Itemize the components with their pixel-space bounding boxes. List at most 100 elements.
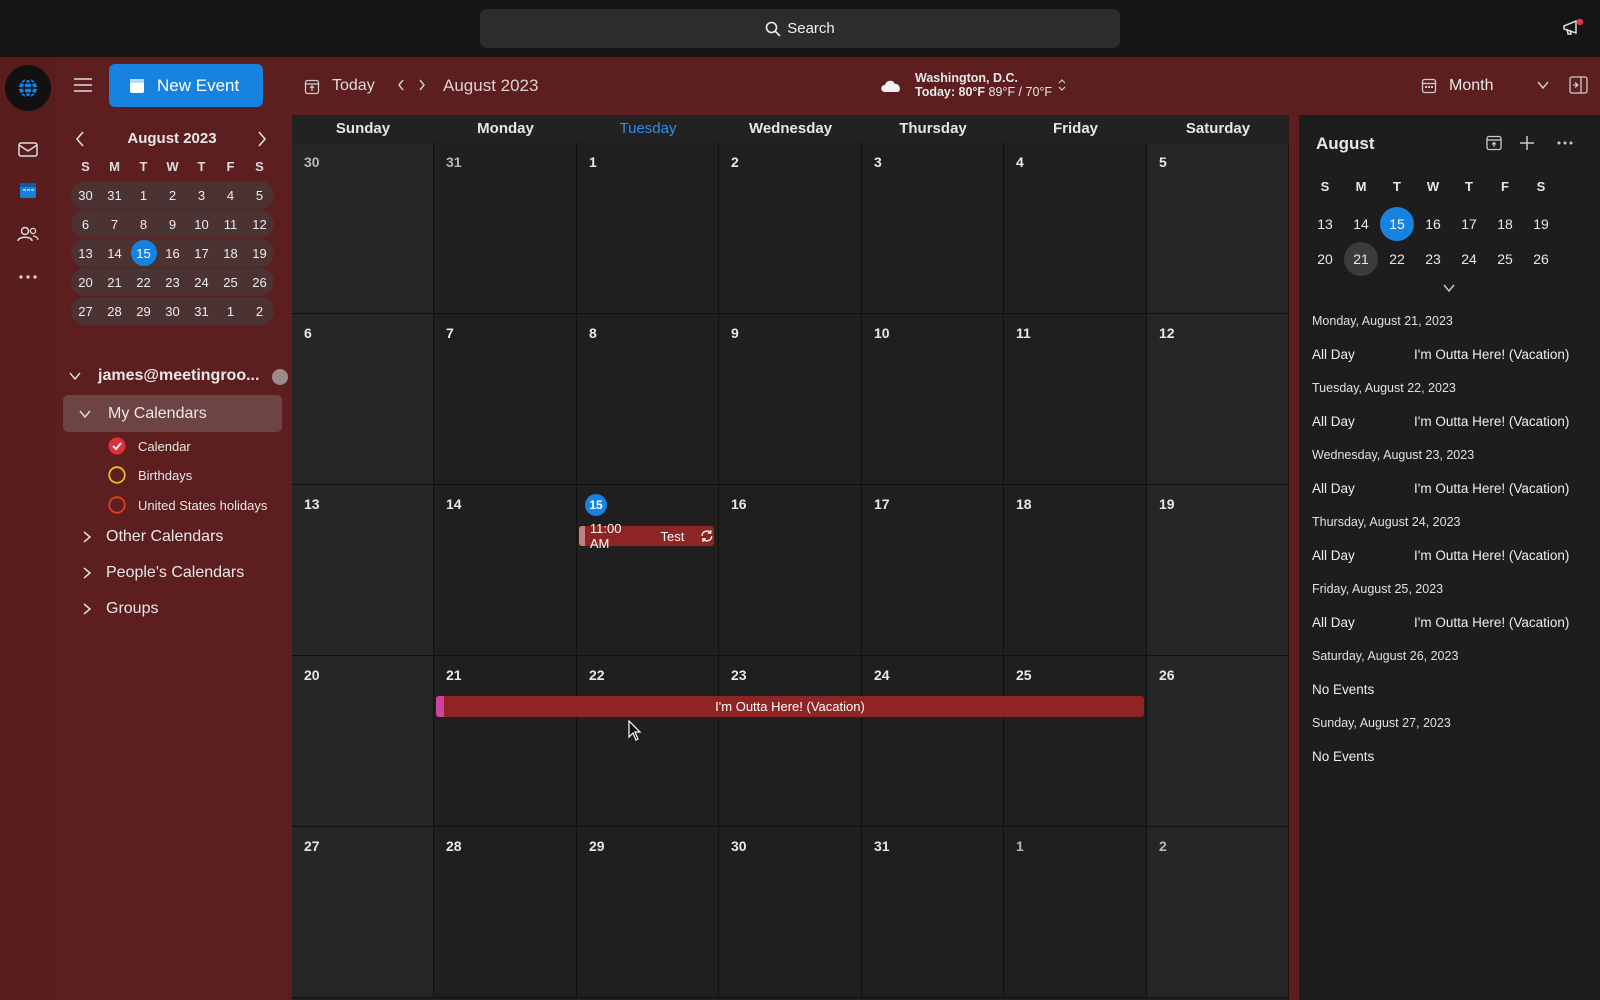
day-cell[interactable]: 3	[862, 143, 1004, 314]
mini-calendar-day[interactable]: 4	[216, 181, 245, 209]
mini-calendar-day[interactable]: 16	[158, 239, 187, 267]
mini-calendar-day[interactable]: 11	[216, 210, 245, 238]
mini-calendar-day[interactable]: 2	[245, 297, 274, 325]
day-cell[interactable]: 1	[1004, 827, 1147, 998]
day-cell[interactable]: 7	[434, 314, 577, 485]
calendar-item-birthdays[interactable]: Birthdays	[108, 464, 192, 486]
mini-calendar-day[interactable]: 14	[100, 239, 129, 267]
agenda-day[interactable]: 17	[1451, 207, 1487, 241]
event-test[interactable]: 11:00 AM Test	[579, 521, 714, 551]
day-cell[interactable]: 30	[719, 827, 862, 998]
calendar-item-us-holidays[interactable]: United States holidays	[108, 494, 267, 516]
mini-calendar-day[interactable]: 31	[100, 181, 129, 209]
day-cell[interactable]: 22	[577, 656, 719, 827]
view-switcher[interactable]: Month	[1421, 75, 1493, 97]
day-cell[interactable]: 4	[1004, 143, 1147, 314]
day-cell[interactable]: 2	[1147, 827, 1289, 998]
mini-calendar-day[interactable]: 12	[245, 210, 274, 238]
mini-calendar-day[interactable]: 29	[129, 297, 158, 325]
more-options-icon[interactable]	[1556, 134, 1574, 152]
day-cell[interactable]: 8	[577, 314, 719, 485]
day-cell[interactable]: 14	[434, 485, 577, 656]
chevron-right-icon[interactable]	[416, 77, 428, 93]
account-header[interactable]: james@meetingroo...	[68, 365, 290, 389]
day-cell[interactable]: 29	[577, 827, 719, 998]
mini-calendar-day[interactable]: 31	[187, 297, 216, 325]
mini-calendar-day[interactable]: 22	[129, 268, 158, 296]
day-cell[interactable]: 6	[292, 314, 434, 485]
agenda-day[interactable]: 23	[1415, 242, 1451, 276]
account-avatar[interactable]	[5, 65, 51, 111]
chevron-right-icon[interactable]	[254, 129, 270, 149]
day-cell[interactable]: 20	[292, 656, 434, 827]
mini-calendar-day[interactable]: 17	[187, 239, 216, 267]
calendar-icon[interactable]	[16, 178, 40, 202]
group-other-calendars[interactable]: Other Calendars	[80, 525, 223, 549]
side-panel-toggle-icon[interactable]	[1569, 76, 1588, 94]
mini-calendar-day[interactable]: 30	[71, 181, 100, 209]
agenda-day[interactable]: 26	[1523, 242, 1559, 276]
mini-calendar-day[interactable]: 1	[216, 297, 245, 325]
my-calendars-group[interactable]: My Calendars	[63, 395, 282, 432]
mini-calendar-day[interactable]: 25	[216, 268, 245, 296]
agenda-day[interactable]: 16	[1415, 207, 1451, 241]
mini-calendar-day[interactable]: 2	[158, 181, 187, 209]
agenda-day[interactable]: 24	[1451, 242, 1487, 276]
mini-calendar-day[interactable]: 10	[187, 210, 216, 238]
agenda-day[interactable]: 20	[1307, 242, 1343, 276]
mini-calendar-day[interactable]: 3	[187, 181, 216, 209]
weather-widget[interactable]: Washington, D.C. Today: 80°F 89°F / 70°F	[879, 68, 1066, 102]
unchecked-circle-icon[interactable]	[108, 496, 126, 514]
mini-calendar-day[interactable]: 19	[245, 239, 274, 267]
day-cell[interactable]: 31	[434, 143, 577, 314]
vacation-event[interactable]: I'm Outta Here! (Vacation)	[436, 696, 1144, 717]
day-cell[interactable]: 12	[1147, 314, 1289, 485]
day-cell[interactable]: 27	[292, 827, 434, 998]
mini-calendar-day[interactable]: 28	[100, 297, 129, 325]
day-cell[interactable]: 16	[719, 485, 862, 656]
mini-calendar-day[interactable]: 8	[129, 210, 158, 238]
mail-icon[interactable]	[16, 137, 40, 161]
plus-icon[interactable]	[1518, 134, 1536, 152]
day-cell[interactable]: 25	[1004, 656, 1147, 827]
mini-calendar-day[interactable]: 1	[129, 181, 158, 209]
chevron-down-icon[interactable]	[1443, 283, 1455, 293]
agenda-day-today[interactable]: 15	[1380, 207, 1414, 241]
unchecked-circle-icon[interactable]	[108, 466, 126, 484]
chevron-left-icon[interactable]	[395, 77, 407, 93]
checked-circle-icon[interactable]	[108, 437, 126, 455]
day-cell[interactable]: 13	[292, 485, 434, 656]
day-cell[interactable]: 28	[434, 827, 577, 998]
mini-calendar-day[interactable]: 5	[245, 181, 274, 209]
mini-calendar-day[interactable]: 13	[71, 239, 100, 267]
mini-calendar-day[interactable]: 6	[71, 210, 100, 238]
people-icon[interactable]	[16, 222, 40, 246]
mini-calendar-day[interactable]: 27	[71, 297, 100, 325]
mini-calendar-day[interactable]: 23	[158, 268, 187, 296]
day-cell[interactable]: 2	[719, 143, 862, 314]
day-cell[interactable]: 26	[1147, 656, 1289, 827]
day-cell[interactable]: 9	[719, 314, 862, 485]
mini-calendar-day[interactable]: 20	[71, 268, 100, 296]
day-cell[interactable]: 30	[292, 143, 434, 314]
mini-calendar-day[interactable]: 30	[158, 297, 187, 325]
mini-calendar-day[interactable]: 24	[187, 268, 216, 296]
group-groups[interactable]: Groups	[80, 597, 158, 621]
day-cell[interactable]: 17	[862, 485, 1004, 656]
today-button[interactable]: Today	[304, 75, 375, 97]
calendar-item-calendar[interactable]: Calendar	[108, 435, 191, 457]
agenda-day[interactable]: 13	[1307, 207, 1343, 241]
mini-calendar-day[interactable]: 18	[216, 239, 245, 267]
day-cell[interactable]: 21	[434, 656, 577, 827]
agenda-day[interactable]: 14	[1343, 207, 1379, 241]
agenda-day[interactable]: 18	[1487, 207, 1523, 241]
menu-icon[interactable]	[72, 75, 94, 95]
agenda-day-selected[interactable]: 21	[1344, 242, 1378, 276]
day-cell[interactable]: 1	[577, 143, 719, 314]
day-cell[interactable]: 10	[862, 314, 1004, 485]
new-event-button[interactable]: New Event	[109, 64, 263, 107]
megaphone-icon[interactable]	[1562, 18, 1584, 38]
chevron-down-icon[interactable]	[1536, 79, 1550, 91]
mini-calendar-day[interactable]: 26	[245, 268, 274, 296]
day-cell[interactable]: 23	[719, 656, 862, 827]
